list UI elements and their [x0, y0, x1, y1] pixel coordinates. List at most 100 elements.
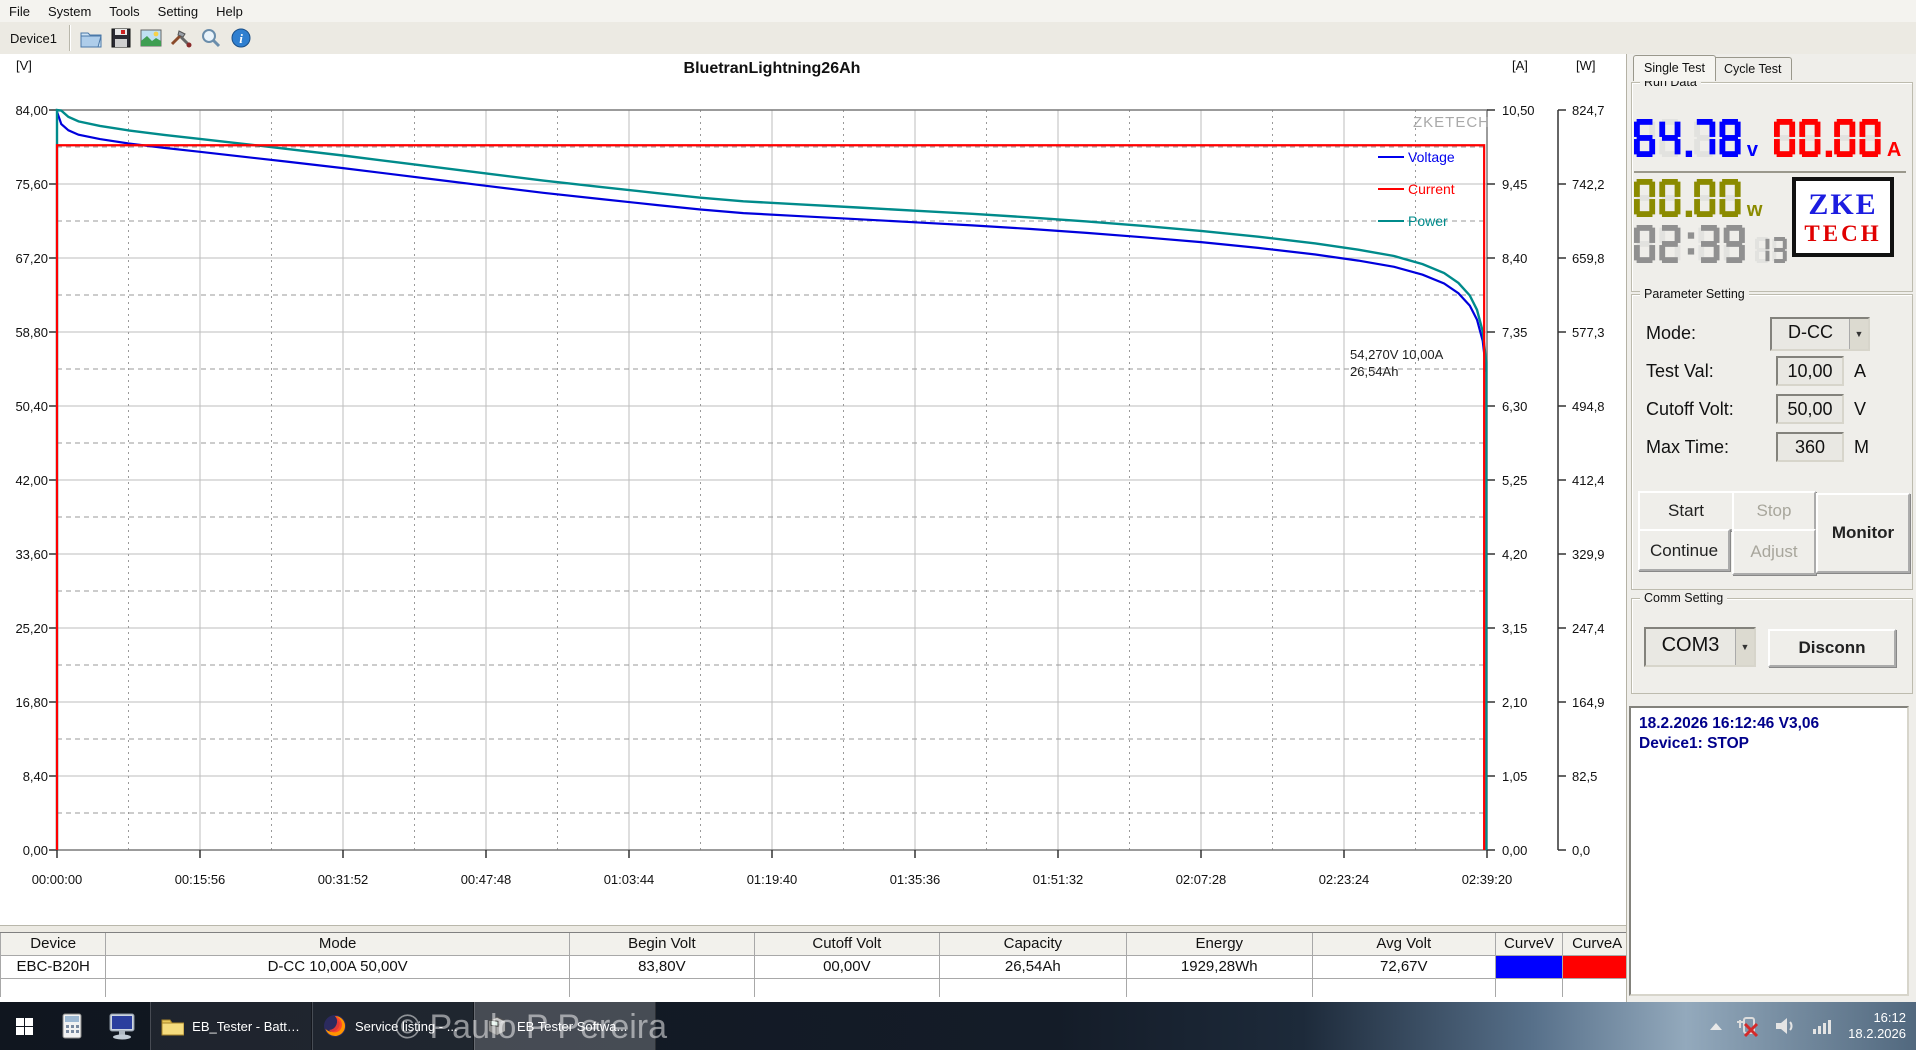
y-axis-volt-tick: 16,80: [0, 695, 48, 710]
open-file-icon[interactable]: [76, 24, 106, 52]
menu-system[interactable]: System: [39, 2, 100, 21]
x-axis-time-tick: 02:23:24: [1310, 872, 1378, 887]
comm-setting-label: Comm Setting: [1640, 591, 1727, 605]
col-capacity: Capacity: [940, 933, 1127, 955]
summary-table: Device Mode Begin Volt Cutoff Volt Capac…: [0, 932, 1643, 1003]
cutoff-volt-input[interactable]: 50,00: [1776, 394, 1844, 424]
chart-area: BluetranLightning26Ah [V] [A] [W] 84,007…: [0, 54, 1643, 925]
x-axis-time-tick: 01:35:36: [881, 872, 949, 887]
y-axis-volt-tick: 84,00: [0, 103, 48, 118]
log-line-1: 18.2.2026 16:12:46 V3,06: [1639, 714, 1899, 734]
voltage-line-swatch: [1378, 156, 1404, 158]
parameter-setting-label: Parameter Setting: [1640, 287, 1749, 301]
export-image-icon[interactable]: [136, 24, 166, 52]
save-icon[interactable]: [106, 24, 136, 52]
y-axis-watt-tick: 247,4: [1572, 621, 1626, 636]
y-axis-watt-tick: 824,7: [1572, 103, 1626, 118]
control-panel: Single Test Cycle Test Run Data v A w ZK…: [1626, 54, 1916, 1002]
y-axis-amp-tick: 5,25: [1502, 473, 1552, 488]
y-axis-volt-tick: 42,00: [0, 473, 48, 488]
tab-cycle-test[interactable]: Cycle Test: [1713, 57, 1792, 80]
zketech-logo: ZKE TECH: [1792, 177, 1894, 257]
cell-energy: 1929,28Wh: [1127, 956, 1313, 978]
y-axis-watt-tick: 742,2: [1572, 177, 1626, 192]
svg-text:i: i: [239, 31, 243, 46]
max-time-input[interactable]: 360: [1776, 432, 1844, 462]
adjust-button[interactable]: Adjust: [1732, 529, 1816, 575]
test-val-unit: A: [1854, 361, 1866, 382]
toolbar-separator: [69, 25, 70, 51]
tray-date: 18.2.2026: [1848, 1026, 1906, 1042]
annotation-capacity: 26,54Ah: [1350, 363, 1472, 380]
taskbar: EB_Tester - Batte... Service listing - .…: [0, 1002, 1916, 1050]
cutoff-volt-unit: V: [1854, 399, 1866, 420]
x-axis-time-tick: 00:00:00: [23, 872, 91, 887]
tab-single-test[interactable]: Single Test: [1633, 55, 1716, 81]
col-curve-v: CurveV: [1496, 933, 1564, 955]
col-avg-volt: Avg Volt: [1313, 933, 1496, 955]
taskbar-button-browser[interactable]: Service listing - ...: [312, 1002, 474, 1050]
y-axis-watt-tick: 659,8: [1572, 251, 1626, 266]
zoom-icon[interactable]: [196, 24, 226, 52]
cell-begin-volt: 83,80V: [570, 956, 755, 978]
mode-select[interactable]: D-CC ▼: [1770, 317, 1870, 351]
windows-logo-icon: [16, 1018, 33, 1035]
x-axis-time-tick: 01:51:32: [1024, 872, 1092, 887]
y-axis-volt-tick: 50,40: [0, 399, 48, 414]
start-button-windows[interactable]: [0, 1002, 48, 1050]
com-port-select[interactable]: COM3 ▼: [1644, 627, 1756, 667]
monitor-button[interactable]: Monitor: [1816, 493, 1910, 573]
stop-button[interactable]: Stop: [1732, 491, 1816, 531]
menu-help[interactable]: Help: [207, 2, 252, 21]
menu-setting[interactable]: Setting: [149, 2, 207, 21]
power-disconnected-icon[interactable]: [1736, 1014, 1760, 1038]
cell-cutoff-volt: 00,00V: [755, 956, 940, 978]
col-cutoff-volt: Cutoff Volt: [755, 933, 940, 955]
calculator-icon: [62, 1013, 82, 1039]
tray-clock[interactable]: 16:12 18.2.2026: [1848, 1010, 1906, 1042]
continue-button[interactable]: Continue: [1638, 529, 1730, 571]
test-val-input[interactable]: 10,00: [1776, 356, 1844, 386]
network-signal-icon[interactable]: [1812, 1017, 1834, 1035]
log-box[interactable]: 18.2.2026 16:12:46 V3,06 Device1: STOP: [1629, 706, 1909, 996]
summary-data-row[interactable]: EBC-B20H D-CC 10,00A 50,00V 83,80V 00,00…: [0, 956, 1632, 979]
test-val-label: Test Val:: [1646, 361, 1714, 382]
legend-label-voltage: Voltage: [1408, 149, 1455, 165]
disconnect-button[interactable]: Disconn: [1768, 629, 1896, 667]
cell-avg-volt: 72,67V: [1313, 956, 1496, 978]
y-axis-watt-tick: 577,3: [1572, 325, 1626, 340]
x-axis-time-tick: 01:19:40: [738, 872, 806, 887]
menu-file[interactable]: File: [0, 2, 39, 21]
chevron-down-icon[interactable]: ▼: [1735, 629, 1754, 665]
x-axis-time-tick: 02:39:20: [1453, 872, 1521, 887]
calculator-taskbar-icon[interactable]: [48, 1002, 96, 1050]
y-axis-watt-tick: 164,9: [1572, 695, 1626, 710]
y-axis-volt-tick: 75,60: [0, 177, 48, 192]
taskbar-button-eb-tester-app[interactable]: EB Tester Softwa...: [474, 1002, 656, 1050]
tray-expand-icon[interactable]: [1710, 1023, 1722, 1030]
y-axis-watt-tick: 412,4: [1572, 473, 1626, 488]
y-axis-volt-tick: 8,40: [0, 769, 48, 784]
taskbar-button-eb-tester-folder[interactable]: EB_Tester - Batte...: [150, 1002, 312, 1050]
power-unit: w: [1747, 200, 1763, 220]
legend-label-power: Power: [1408, 213, 1448, 229]
y-axis-volt-tick: 25,20: [0, 621, 48, 636]
info-icon[interactable]: i: [226, 24, 256, 52]
taskbar-button-label: EB Tester Softwa...: [517, 1019, 627, 1034]
chevron-down-icon[interactable]: ▼: [1849, 319, 1868, 349]
y-axis-amp-tick: 8,40: [1502, 251, 1552, 266]
menu-tools[interactable]: Tools: [100, 2, 148, 21]
chart-legend: ZKETECH Voltage Current Power: [1378, 114, 1490, 237]
monitor-icon: [108, 1012, 138, 1040]
legend-item-power: Power: [1378, 205, 1490, 237]
y-axis-amp-tick: 4,20: [1502, 547, 1552, 562]
start-button[interactable]: Start: [1638, 491, 1734, 531]
device-label: Device1: [0, 31, 67, 46]
computer-taskbar-icon[interactable]: [96, 1002, 150, 1050]
speaker-icon[interactable]: [1774, 1016, 1798, 1036]
y-axis-amp-tick: 9,45: [1502, 177, 1552, 192]
current-display: A: [1774, 119, 1901, 160]
col-curve-a: CurveA: [1563, 933, 1632, 955]
tray-time: 16:12: [1848, 1010, 1906, 1026]
tools-icon[interactable]: [166, 24, 196, 52]
